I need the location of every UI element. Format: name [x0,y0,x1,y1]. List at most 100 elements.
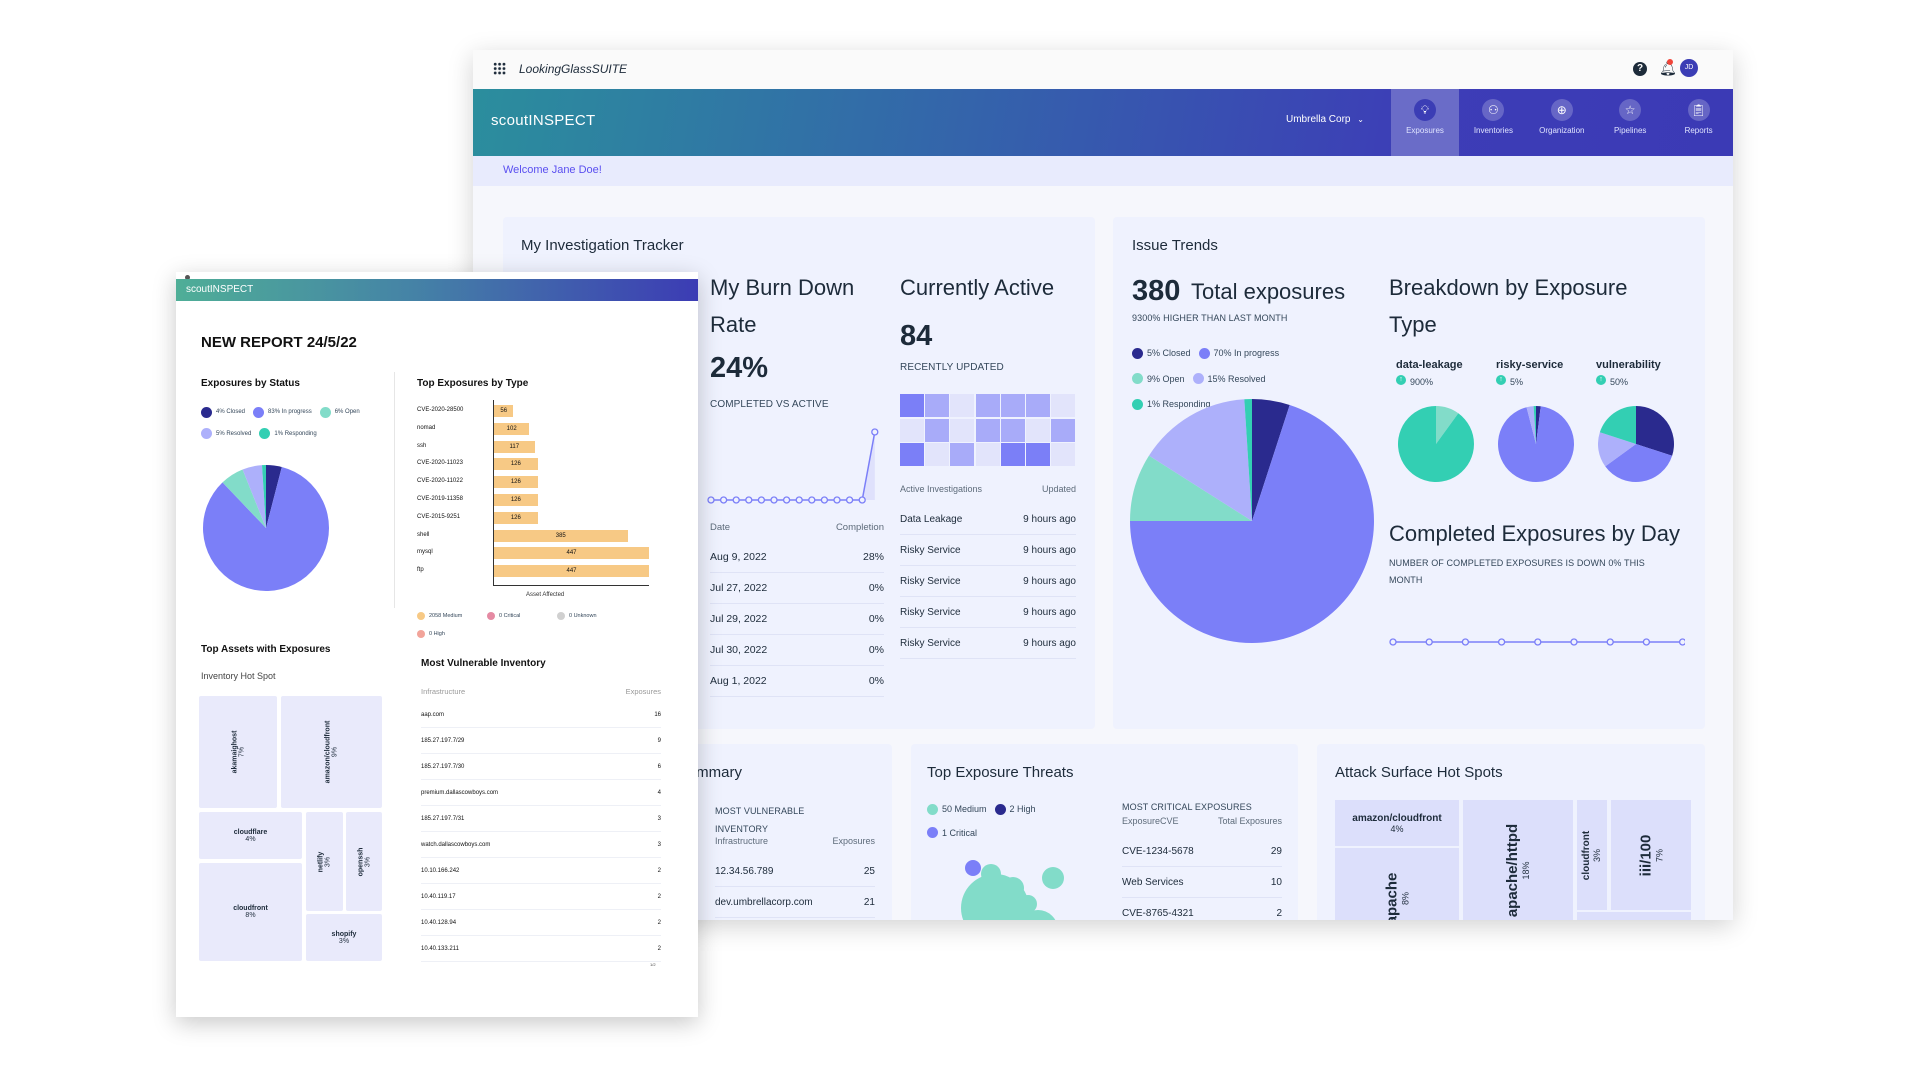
row-label: Aug 1, 2022 [710,675,767,687]
bar-chart-legend: 2058 Medium 0 Critical 0 Unknown 0 High [417,607,687,643]
summary-inventory-table: Infrastructure Exposures 12.34.56.789 25 dev… [715,836,875,918]
treemap-block-netlify[interactable]: netlify 3% [306,812,343,911]
bar[interactable]: 385 [494,529,628,542]
treemap-block-iii-100[interactable]: iii/100 7% [1611,800,1691,910]
legend-item: 15% Resolved [1192,367,1266,391]
row-label: 185.27.197.7/31 [421,815,465,822]
inventories-icon: ⚇ [1482,99,1505,121]
legend-swatch [417,612,425,620]
bar[interactable]: 126 [494,494,538,506]
heat-cell [1051,394,1076,417]
treemap-block-apache[interactable]: apache 8% [1335,848,1459,920]
nav-label: Exposures [1406,126,1444,135]
burn-down-rate: 24% [710,352,769,384]
treemap-block-jQuery-jQuery[interactable]: jQuery/jQuery [1577,912,1691,920]
nav-item-pipelines[interactable]: ☆ Pipelines [1596,89,1664,156]
legend-item: 1 Critical [927,822,977,844]
welcome-message: Welcome Jane Doe! [503,164,602,176]
legend-item: 6% Open [319,402,360,422]
row-value: 29 [1270,845,1282,857]
treemap-block-shopify[interactable]: shopify 3% [306,914,382,961]
row-value: 9 hours ago [1023,513,1076,525]
treemap-label-group: akamaighost 7% [231,731,245,774]
treemap-block-amazon-cloudfront[interactable]: amazon/cloudfront 9% [281,696,382,808]
table-row: 185.27.197.7/30 6 [421,754,661,780]
table-row: watch.dallascowboys.com 3 [421,832,661,858]
user-avatar[interactable]: JD [1680,59,1698,77]
bar[interactable]: 126 [494,458,538,471]
column-header: Updated [1041,484,1076,494]
row-value: 3 [657,815,661,822]
legend-item: 1% Responding [259,424,317,444]
top-exposures-bar-chart: CVE-2020-28500 56 nomad 102 ssh 117 CVE-2020-1… [417,400,667,599]
bar[interactable]: 447 [494,565,649,578]
page-number: 1/2 [650,962,656,967]
treemap-block-amazon-cloudfront[interactable]: amazon/cloudfront 4% [1335,800,1459,846]
type-label: risky-service [1496,359,1564,371]
total-exposures-label: Total exposures [1191,279,1346,304]
burn-point [732,496,740,504]
report-status-pie-chart [203,465,329,591]
treemap-block-cloudflare[interactable]: cloudflare 4% [199,812,302,859]
row-value: 9 hours ago [1023,575,1076,587]
nav-item-inventories[interactable]: ⚇ Inventories [1459,89,1527,156]
apps-grid-icon[interactable] [493,62,506,75]
nav-label: Inventories [1473,126,1513,135]
report-header-band: scoutINSPECT [176,279,698,301]
legend-item: 70% In progress [1198,341,1280,365]
legend-item: 2058 Medium [417,612,479,620]
table-row: Jul 29, 2022 0% [710,604,884,635]
treemap-block-cloudfront[interactable]: cloudfront 8% [199,863,302,961]
heat-cell [1051,443,1076,466]
bar-label: nomad [417,424,436,431]
treemap-label-group: shopify 3% [332,931,357,945]
help-icon[interactable]: ? [1633,62,1647,76]
treemap-block-openssh[interactable]: openssh 3% [346,812,382,911]
nav-item-reports[interactable]: 📋︎ Reports [1665,89,1733,156]
type-pie-chart [1598,406,1674,482]
org-selector[interactable]: Umbrella Corp ⌄ [1286,114,1364,125]
legend-swatch [253,406,265,418]
legend-label: 6% Open [334,409,360,415]
legend-label: 0 Critical [499,613,521,619]
bar[interactable]: 447 [494,547,649,560]
treemap-percent: 18% [1521,861,1532,880]
treemap-percent: 3% [324,856,332,867]
legend-swatch [1198,347,1210,359]
nav-item-exposures[interactable]: 💡︎ Exposures [1391,89,1459,156]
row-label: CVE-1234-5678 [1122,845,1194,857]
threat-bubble [1019,895,1037,913]
treemap-block-apache-httpd[interactable]: apache/httpd 18% [1463,800,1573,920]
bar[interactable]: 56 [494,405,514,417]
type-pie-chart [1398,406,1474,482]
treemap-block-akamaighost[interactable]: akamaighost 7% [199,696,277,808]
chevron-down-icon: ⌄ [1357,115,1364,124]
row-label: Risky Service [900,544,961,556]
row-label: 12.34.56.789 [715,865,774,877]
nav-item-organization[interactable]: ⊕ Organization [1528,89,1596,156]
completed-point [1570,638,1578,646]
legend-label: 2 High [1009,804,1036,814]
notification-bell-icon[interactable]: 🔔︎ [1659,59,1677,77]
inventory-hotspot-treemap: akamaighost 7% amazon/cloudfront 9% cloudfla… [199,696,385,962]
legend-label: 70% In progress [1213,348,1280,358]
column-header: ExposureCVE [1122,816,1179,826]
table-row: 10.40.119.17 2 [421,884,661,910]
bar-label: mysql [417,549,433,556]
heat-cell [975,443,1000,466]
bar[interactable]: 117 [494,440,535,453]
bar[interactable]: 126 [494,476,538,489]
heat-cell [900,443,924,466]
treemap-label: apache/httpd [1504,823,1522,917]
row-value: 6 [657,763,661,770]
currently-active-count: 84 [900,320,933,352]
treemap-label-group: apache 8% [1383,872,1410,920]
report-brand: scoutINSPECT [186,284,254,295]
bar[interactable]: 102 [494,422,530,435]
welcome-bar: Welcome Jane Doe! [473,156,1733,186]
treemap-label-group: cloudflare 4% [234,829,267,843]
treemap-block-cloudfront[interactable]: cloudfront 3% [1577,800,1607,910]
row-label: watch.dallascowboys.com [421,841,491,848]
bar[interactable]: 126 [494,511,538,524]
hotspot-subtitle: Inventory Hot Spot [201,671,276,681]
